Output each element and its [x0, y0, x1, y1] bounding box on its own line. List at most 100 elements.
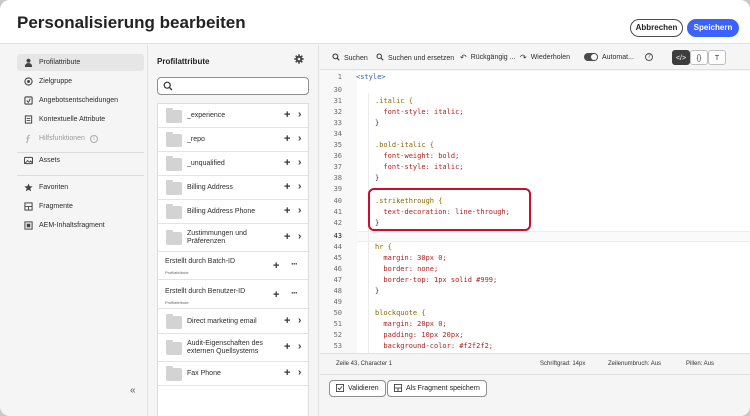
line-number: 36	[333, 152, 342, 160]
save-fragment-label: Als Fragment speichern	[406, 385, 480, 392]
nav-item-offer-decisions[interactable]: Angebotsentscheidungen	[17, 92, 144, 109]
list-item[interactable]: _experience + ›	[158, 104, 308, 128]
fragment-icon	[23, 202, 33, 212]
list-item[interactable]: Erstellt durch Batch-ID Profilattribute …	[158, 252, 308, 280]
info-icon: i	[89, 134, 98, 143]
line-number: 39	[333, 185, 342, 193]
code-line: }	[375, 287, 380, 295]
nav-item-helper-functions: Hilfsfunktionen i	[17, 130, 144, 147]
nav-item-audience[interactable]: Zielgruppe	[17, 73, 144, 90]
folder-icon	[166, 180, 182, 195]
nav-item-aem-content-fragment[interactable]: AEM-Inhaltsfragment	[17, 217, 144, 234]
chevron-right-icon[interactable]: ›	[298, 341, 301, 352]
code-line: margin: 20px 0;	[375, 320, 447, 328]
undo-label: Rückgängig ...	[470, 54, 516, 61]
list-item[interactable]: Erstellt durch Benutzer-ID Profilattribu…	[158, 280, 308, 309]
left-navigation: Profilattribute Zielgruppe Angebotsentsc…	[0, 45, 148, 416]
add-icon[interactable]: +	[284, 231, 290, 243]
add-icon[interactable]: +	[273, 260, 279, 272]
line-number: 48	[333, 287, 342, 295]
collapse-sidebar-icon[interactable]: «	[130, 385, 136, 396]
chevron-right-icon[interactable]: ›	[298, 133, 301, 144]
add-icon[interactable]: +	[284, 133, 290, 145]
add-icon[interactable]: +	[284, 315, 290, 327]
save-as-fragment-button[interactable]: Als Fragment speichern	[387, 380, 487, 397]
validate-button[interactable]: Validieren	[329, 380, 386, 397]
code-line: <style>	[356, 73, 386, 81]
add-icon[interactable]: +	[284, 109, 290, 121]
nav-item-favorites[interactable]: Favoriten	[17, 179, 144, 196]
line-number: 31	[333, 97, 342, 105]
folder-icon	[166, 132, 182, 147]
code-line: padding: 10px 20px;	[375, 331, 464, 339]
chevron-right-icon[interactable]: ›	[298, 315, 301, 326]
add-icon[interactable]: +	[273, 289, 279, 301]
header-bar: Personalisierung bearbeiten Abbrechen Sp…	[0, 0, 750, 44]
line-number: 42	[333, 219, 342, 227]
chevron-right-icon[interactable]: ›	[298, 157, 301, 168]
attribute-label: _repo	[187, 136, 205, 143]
nav-label: Zielgruppe	[39, 78, 73, 85]
line-number: 32	[333, 108, 342, 116]
list-item[interactable]: Fax Phone + ›	[158, 362, 308, 386]
nav-item-fragments[interactable]: Fragmente	[17, 198, 144, 215]
nav-item-contextual-attributes[interactable]: Kontextuelle Attribute	[17, 111, 144, 128]
redo-button[interactable]: ↷ Wiederholen	[520, 53, 570, 62]
code-line: }	[375, 119, 380, 127]
chevron-right-icon[interactable]: ›	[298, 231, 301, 242]
attribute-label: Erstellt durch Batch-ID	[165, 258, 236, 265]
chevron-right-icon[interactable]: ›	[298, 109, 301, 120]
add-icon[interactable]: +	[284, 341, 290, 353]
toggle-switch[interactable]	[584, 53, 598, 61]
save-button[interactable]: Speichern	[687, 19, 739, 37]
json-view-button[interactable]: {}	[690, 50, 708, 65]
line-number: 43	[333, 232, 342, 240]
line-number: 30	[333, 86, 342, 94]
attribute-search-input[interactable]	[157, 77, 309, 95]
code-line: background-color: #f2f2f2;	[375, 342, 494, 350]
folder-icon	[166, 230, 182, 245]
attribute-label: Direct marketing email	[187, 318, 257, 325]
page-title: Personalisierung bearbeiten	[17, 13, 246, 32]
list-item[interactable]: Billing Address + ›	[158, 176, 308, 200]
editor-status-bar: Zeile 43, Character 1 Schriftgrad: 14px …	[320, 353, 750, 374]
line-number: 44	[333, 243, 342, 251]
search-button[interactable]: Suchen	[332, 53, 368, 63]
chevron-right-icon[interactable]: ›	[298, 367, 301, 378]
list-item[interactable]: _repo + ›	[158, 128, 308, 152]
gear-icon[interactable]	[294, 54, 304, 67]
chevron-right-icon[interactable]: ›	[298, 181, 301, 192]
decision-icon	[23, 96, 33, 106]
add-icon[interactable]: +	[284, 205, 290, 217]
add-icon[interactable]: +	[284, 367, 290, 379]
auto-toggle[interactable]: Automat...	[584, 53, 634, 61]
more-icon[interactable]: ···	[291, 288, 298, 298]
nav-label: Fragmente	[39, 203, 73, 210]
attribute-label: Fax Phone	[187, 370, 221, 377]
line-number: 52	[333, 331, 342, 339]
list-item[interactable]: Direct marketing email + ›	[158, 309, 308, 334]
list-item[interactable]: Zustimmungen und Präferenzen + ›	[158, 224, 308, 252]
help-icon[interactable]: ?	[645, 53, 653, 61]
chevron-right-icon[interactable]: ›	[298, 205, 301, 216]
more-icon[interactable]: ···	[291, 259, 298, 269]
nav-label: Favoriten	[39, 184, 69, 191]
pills-status: Pillen: Aus	[686, 361, 715, 367]
list-item[interactable]: Audit-Eigenschaften des externen Quellsy…	[158, 334, 308, 362]
add-icon[interactable]: +	[284, 157, 290, 169]
add-icon[interactable]: +	[284, 181, 290, 193]
code-line: font-weight: bold;	[375, 152, 460, 160]
list-item[interactable]: _unqualified + ›	[158, 152, 308, 176]
checklist-icon	[336, 383, 344, 394]
nav-item-assets[interactable]: Assets	[17, 152, 144, 169]
text-view-button[interactable]: T	[708, 50, 726, 65]
context-icon	[23, 115, 33, 125]
list-item[interactable]: Billing Address Phone + ›	[158, 200, 308, 224]
cancel-button[interactable]: Abbrechen	[630, 19, 683, 37]
find-replace-label: Suchen und ersetzen	[388, 54, 455, 62]
nav-item-profile-attributes[interactable]: Profilattribute	[17, 54, 144, 71]
find-replace-button[interactable]: Suchen und ersetzen	[376, 53, 454, 63]
line-number: 40	[333, 197, 342, 205]
undo-button[interactable]: ↶ Rückgängig ...	[460, 53, 515, 62]
code-view-button[interactable]: </>	[672, 50, 690, 65]
